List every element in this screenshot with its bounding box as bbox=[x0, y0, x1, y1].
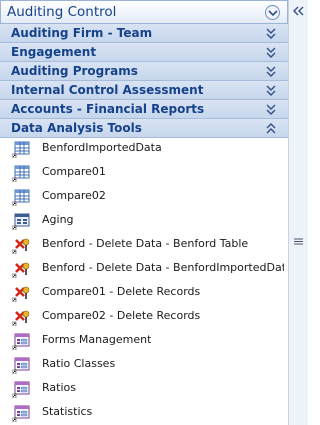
form-icon bbox=[12, 381, 30, 398]
list-item-benford-imported-data[interactable]: BenfordImportedData bbox=[0, 137, 288, 161]
group-label: Auditing Programs bbox=[11, 64, 138, 78]
query-icon bbox=[12, 213, 30, 230]
group-label: Accounts - Financial Reports bbox=[11, 102, 205, 116]
expand-icon bbox=[266, 47, 276, 58]
list-item-label: Compare01 bbox=[42, 165, 106, 178]
table-icon bbox=[12, 165, 30, 182]
form-icon bbox=[12, 333, 30, 350]
list-item-label: Benford - Delete Data - Benford Table bbox=[42, 237, 249, 250]
list-item-label: Compare02 bbox=[42, 189, 106, 202]
list-item-benford-delete-data-benford-imported-data[interactable]: Benford - Delete Data - BenfordImportedD… bbox=[0, 257, 288, 281]
group-data-analysis-tools[interactable]: Data Analysis Tools bbox=[0, 119, 288, 138]
delete-query-icon bbox=[12, 238, 30, 254]
delete-query-icon bbox=[12, 262, 30, 278]
form-icon bbox=[12, 405, 30, 422]
group-internal-control-assessment[interactable]: Internal Control Assessment bbox=[0, 81, 288, 100]
group-label: Engagement bbox=[11, 45, 97, 59]
navigation-pane-header[interactable]: Auditing Control bbox=[0, 0, 288, 24]
list-item-compare01[interactable]: Compare01 bbox=[0, 161, 288, 185]
group-engagement[interactable]: Engagement bbox=[0, 43, 288, 62]
group-label: Data Analysis Tools bbox=[11, 121, 142, 135]
pane-title: Auditing Control bbox=[7, 4, 117, 20]
list-item-label: Forms Management bbox=[42, 333, 152, 346]
list-item-compare02[interactable]: Compare02 bbox=[0, 185, 288, 209]
delete-query-icon bbox=[12, 286, 30, 302]
list-item-label: Aging bbox=[42, 213, 74, 226]
group-label: Internal Control Assessment bbox=[11, 83, 204, 97]
list-item-label: Statistics bbox=[42, 405, 93, 418]
list-item-compare01-delete-records[interactable]: Compare01 - Delete Records bbox=[0, 281, 288, 305]
delete-query-icon bbox=[12, 310, 30, 326]
group-auditing-firm-team[interactable]: Auditing Firm - Team bbox=[0, 24, 288, 43]
expand-icon bbox=[266, 66, 276, 77]
grip-icon[interactable] bbox=[294, 238, 303, 245]
list-item-benford-delete-data-benford-table[interactable]: Benford - Delete Data - Benford Table bbox=[0, 233, 288, 257]
collapse-pane-icon[interactable] bbox=[293, 6, 304, 16]
expand-icon bbox=[266, 85, 276, 96]
group-accounts-financial-reports[interactable]: Accounts - Financial Reports bbox=[0, 100, 288, 119]
list-item-label: BenfordImportedData bbox=[42, 141, 162, 154]
list-item-ratios[interactable]: Ratios bbox=[0, 377, 288, 401]
list-item-forms-management[interactable]: Forms Management bbox=[0, 329, 288, 353]
list-item-compare02-delete-records[interactable]: Compare02 - Delete Records bbox=[0, 305, 288, 329]
shutter-bar[interactable] bbox=[288, 0, 308, 425]
list-item-label: Compare01 - Delete Records bbox=[42, 285, 201, 298]
table-icon bbox=[12, 141, 30, 158]
expand-icon bbox=[266, 104, 276, 115]
list-item-label: Compare02 - Delete Records bbox=[42, 309, 201, 322]
navigation-pane: Auditing Control Auditing Firm - Team En… bbox=[0, 0, 288, 425]
list-item-label: Ratios bbox=[42, 381, 76, 394]
list-item-label: Benford - Delete Data - BenfordImportedD… bbox=[42, 261, 284, 274]
form-icon bbox=[12, 357, 30, 374]
table-icon bbox=[12, 189, 30, 206]
list-item-label: Ratio Classes bbox=[42, 357, 116, 370]
list-item-statistics[interactable]: Statistics bbox=[0, 401, 288, 425]
list-item-aging[interactable]: Aging bbox=[0, 209, 288, 233]
list-item-ratio-classes[interactable]: Ratio Classes bbox=[0, 353, 288, 377]
chevron-down-icon bbox=[268, 10, 278, 17]
pane-menu-button[interactable] bbox=[265, 5, 280, 20]
group-auditing-programs[interactable]: Auditing Programs bbox=[0, 62, 288, 81]
expand-icon bbox=[266, 28, 276, 39]
group-label: Auditing Firm - Team bbox=[11, 26, 153, 40]
collapse-icon bbox=[266, 123, 276, 134]
